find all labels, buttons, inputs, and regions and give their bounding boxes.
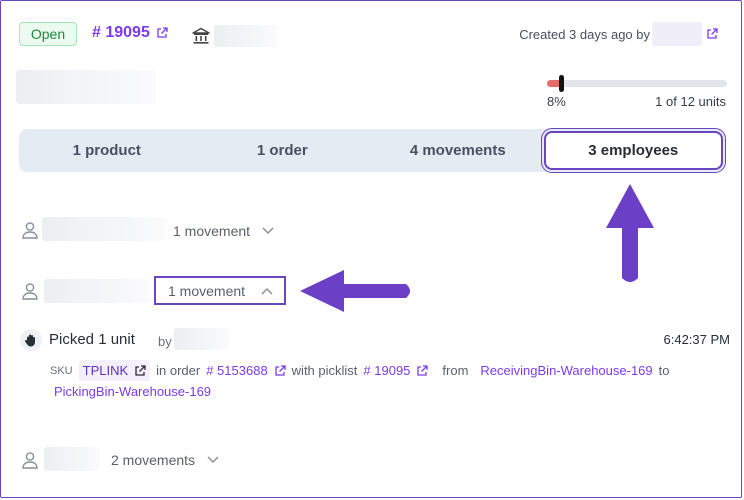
external-link-icon [417, 364, 429, 376]
order-number: # 19095 [92, 24, 150, 41]
tab-products[interactable]: 1 product [19, 133, 195, 168]
with-picklist-text: with picklist [291, 363, 358, 378]
chevron-up-icon [261, 287, 273, 295]
employee-row-toggle[interactable]: 2 movements [111, 452, 219, 468]
employee-row-toggle[interactable]: 1 movement [154, 276, 286, 305]
external-link-icon [157, 27, 168, 38]
movement-user-redacted [174, 328, 230, 350]
picklist-ref-link[interactable]: # 19095 [363, 363, 429, 378]
tab-orders[interactable]: 1 order [195, 133, 371, 168]
to-text: to [658, 363, 670, 378]
person-icon [22, 283, 38, 300]
tab-bar: 1 product 1 order 4 movements 3 employee… [19, 128, 726, 173]
movement-by: by [158, 334, 172, 349]
sku-link[interactable]: TPLINK [78, 360, 151, 381]
page-title-redacted [16, 70, 156, 104]
order-ref: # 5153688 [206, 363, 268, 378]
annotation-arrow-up-icon [606, 184, 654, 282]
movement-action: Picked 1 unit [49, 331, 135, 348]
tab-employees[interactable]: 3 employees [540, 128, 726, 173]
movement-time: 6:42:37 PM [663, 332, 731, 347]
movement-count: 1 movement [168, 282, 246, 299]
status-badge: Open [19, 22, 77, 46]
created-text: Created 3 days ago by [519, 27, 650, 42]
in-order-text: in order [156, 363, 201, 378]
external-link-icon [275, 364, 286, 376]
external-link-icon[interactable] [706, 28, 718, 40]
person-icon [22, 452, 38, 469]
picklist-ref: # 19095 [363, 363, 411, 378]
hand-icon [20, 329, 42, 351]
creator-user-redacted[interactable] [652, 22, 702, 46]
movement-count: 2 movements [111, 452, 196, 468]
annotation-arrow-left-icon [300, 270, 410, 312]
person-icon [22, 222, 38, 239]
employee-name-redacted [44, 447, 100, 471]
sku-label: SKU [50, 364, 73, 377]
from-bin-link[interactable]: ReceivingBin-Warehouse-169 [480, 363, 652, 378]
progress-bar [547, 75, 727, 92]
employee-row-toggle[interactable]: 1 movement [173, 223, 274, 239]
employee-name-redacted [42, 217, 166, 241]
chevron-down-icon [262, 227, 274, 235]
chevron-down-icon [207, 456, 219, 464]
movement-count: 1 movement [173, 223, 251, 239]
order-number-link[interactable]: # 19095 [92, 24, 168, 42]
bank-icon [192, 27, 210, 44]
progress-marker [559, 75, 565, 92]
external-link-icon [135, 364, 146, 376]
movement-detail: SKU TPLINK in order # 5153688 with pickl… [50, 360, 669, 381]
employee-name-redacted [44, 279, 150, 303]
from-text: from [442, 363, 469, 378]
progress-units: 1 of 12 units [655, 94, 726, 109]
sku-value: TPLINK [82, 363, 129, 378]
tab-movements[interactable]: 4 movements [370, 133, 546, 168]
order-ref-link[interactable]: # 5153688 [206, 363, 286, 378]
to-bin-link[interactable]: PickingBin-Warehouse-169 [54, 384, 211, 399]
progress-percent: 8% [547, 94, 566, 109]
warehouse-name-redacted [214, 25, 278, 47]
